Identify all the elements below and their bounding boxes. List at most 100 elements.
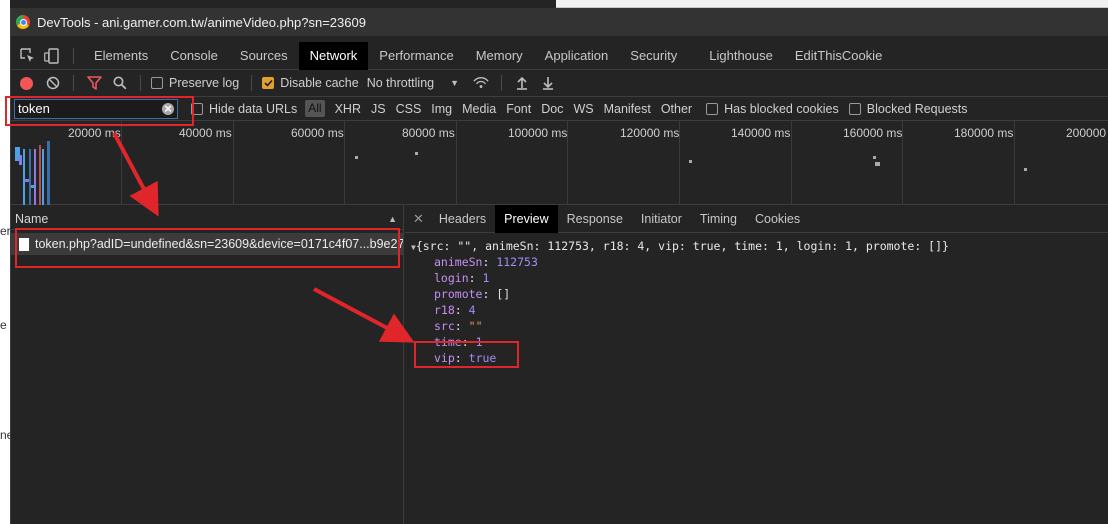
divider <box>501 75 503 91</box>
filter-type-media[interactable]: Media <box>462 102 496 116</box>
window-title: DevTools - ani.gamer.com.tw/animeVideo.p… <box>37 14 366 30</box>
hide-data-urls-label: Hide data URLs <box>209 101 298 116</box>
filter-type-img[interactable]: Img <box>431 102 452 116</box>
json-summary-text: {src: "", animeSn: 112753, r18: 4, vip: … <box>415 239 949 253</box>
json-key: vip <box>434 351 455 365</box>
tab-sources[interactable]: Sources <box>229 42 299 70</box>
json-object-summary[interactable]: ▼{src: "", animeSn: 112753, r18: 4, vip:… <box>405 238 1108 254</box>
tab-memory[interactable]: Memory <box>465 42 534 70</box>
preserve-log-label: Preserve log <box>169 76 240 90</box>
json-preview: ▼{src: "", animeSn: 112753, r18: 4, vip:… <box>405 233 1108 366</box>
network-toolbar: Preserve log Disable cache No throttling… <box>11 70 1108 97</box>
checkbox-box[interactable] <box>848 102 861 115</box>
chevron-down-icon: ▼ <box>450 78 460 88</box>
json-key: animeSn <box>434 255 483 269</box>
timeline-overview[interactable]: 20000 ms 40000 ms 60000 ms 80000 ms 1000… <box>11 121 1108 205</box>
name-column-header[interactable]: Name ▲ <box>11 208 403 230</box>
tab-headers[interactable]: Headers <box>430 205 495 233</box>
filter-type-font[interactable]: Font <box>506 102 531 116</box>
json-property: animeSn: 112753 <box>434 255 538 269</box>
json-key: time <box>434 335 462 349</box>
network-conditions-icon[interactable] <box>473 75 489 91</box>
devtools-window: DevTools - ani.gamer.com.tw/animeVideo.p… <box>10 8 1108 524</box>
json-property-vip: vip: true <box>434 351 497 365</box>
tab-initiator[interactable]: Initiator <box>632 205 691 233</box>
hide-data-urls-checkbox[interactable]: Hide data URLs <box>191 102 297 116</box>
sort-ascending-icon: ▲ <box>388 213 397 224</box>
filter-type-doc[interactable]: Doc <box>541 102 563 116</box>
tab-timing[interactable]: Timing <box>691 205 746 233</box>
blocked-requests-label: Blocked Requests <box>866 101 968 116</box>
tab-preview[interactable]: Preview <box>495 204 558 233</box>
json-property: src: "" <box>434 319 483 333</box>
tab-network[interactable]: Network <box>298 41 369 70</box>
panel-tab-bar: Elements Console Sources Network Perform… <box>11 41 1108 70</box>
filter-type-all[interactable]: All <box>305 100 325 117</box>
device-toolbar-icon[interactable] <box>43 47 59 64</box>
json-property: promote: [] <box>434 287 511 301</box>
json-property: time: 1 <box>434 335 483 349</box>
export-har-icon[interactable] <box>540 75 556 91</box>
tab-application[interactable]: Application <box>534 42 620 70</box>
divider <box>140 75 141 91</box>
filter-bar: token × Hide data URLs All XHR JS CSS Im… <box>11 97 1108 121</box>
blocked-requests-checkbox[interactable]: Blocked Requests <box>848 101 968 116</box>
background-page-edge-left: er e ne <box>0 0 13 524</box>
json-value: 112753 <box>496 255 538 269</box>
json-key: login <box>434 271 469 285</box>
filter-type-other[interactable]: Other <box>661 102 692 116</box>
clear-icon[interactable] <box>45 75 61 91</box>
search-icon[interactable] <box>112 75 128 91</box>
name-column-label: Name <box>15 211 49 226</box>
has-blocked-cookies-checkbox[interactable]: Has blocked cookies <box>706 102 839 116</box>
has-blocked-cookies-label: Has blocked cookies <box>724 101 839 116</box>
throttling-value: No throttling <box>366 76 435 90</box>
filter-input-value: token <box>18 101 50 116</box>
disable-cache-checkbox[interactable]: Disable cache <box>262 76 359 90</box>
filter-type-ws[interactable]: WS <box>573 102 593 116</box>
request-row[interactable]: token.php?adID=undefined&sn=23609&device… <box>11 233 403 255</box>
tab-console[interactable]: Console <box>159 42 229 70</box>
tab-response[interactable]: Response <box>558 205 632 233</box>
json-property: r18: 4 <box>434 303 476 317</box>
request-details-pane: ✕ Headers Preview Response Initiator Tim… <box>405 204 1108 524</box>
tab-elements[interactable]: Elements <box>83 42 159 70</box>
divider <box>251 75 253 91</box>
record-button[interactable] <box>20 76 33 90</box>
json-key: src <box>434 319 455 333</box>
tab-cookies[interactable]: Cookies <box>746 205 809 233</box>
checkbox-box[interactable] <box>151 77 163 89</box>
close-icon[interactable]: ✕ <box>413 211 424 227</box>
clear-filter-icon[interactable]: × <box>162 102 174 115</box>
tab-editthiscookie[interactable]: EditThisCookie <box>784 42 893 70</box>
filter-type-js[interactable]: JS <box>371 102 386 116</box>
inspect-element-icon[interactable] <box>19 48 35 64</box>
divider <box>73 47 74 64</box>
preserve-log-checkbox[interactable]: Preserve log <box>151 76 239 90</box>
tab-lighthouse[interactable]: Lighthouse <box>688 42 784 70</box>
filter-type-xhr[interactable]: XHR <box>335 102 361 116</box>
json-value: 4 <box>468 303 476 317</box>
checkbox-box[interactable] <box>706 102 719 115</box>
checkbox-box-checked[interactable] <box>262 77 275 89</box>
requests-pane: Name ▲ token.php?adID=undefined&sn=23609… <box>11 205 404 524</box>
background-page-edge <box>556 0 1108 8</box>
json-key: promote <box>434 287 483 301</box>
detail-tab-bar: ✕ Headers Preview Response Initiator Tim… <box>405 204 1108 233</box>
tab-performance[interactable]: Performance <box>368 42 464 70</box>
import-har-icon[interactable] <box>514 75 530 91</box>
checkbox-box[interactable] <box>191 102 203 115</box>
tab-security[interactable]: Security <box>619 42 688 70</box>
filter-type-manifest[interactable]: Manifest <box>604 102 651 116</box>
timeline-activity-marks <box>15 141 1027 205</box>
json-value: "" <box>468 319 483 333</box>
filter-type-css[interactable]: CSS <box>396 102 422 116</box>
filter-input[interactable]: token × <box>14 98 178 119</box>
chrome-logo-icon <box>16 15 30 29</box>
filter-icon[interactable] <box>86 75 102 91</box>
json-value: [] <box>496 287 511 301</box>
json-value: 1 <box>475 335 483 349</box>
divider <box>73 75 74 91</box>
json-value: true <box>468 351 497 365</box>
throttling-select[interactable]: No throttling ▼ <box>367 76 459 90</box>
